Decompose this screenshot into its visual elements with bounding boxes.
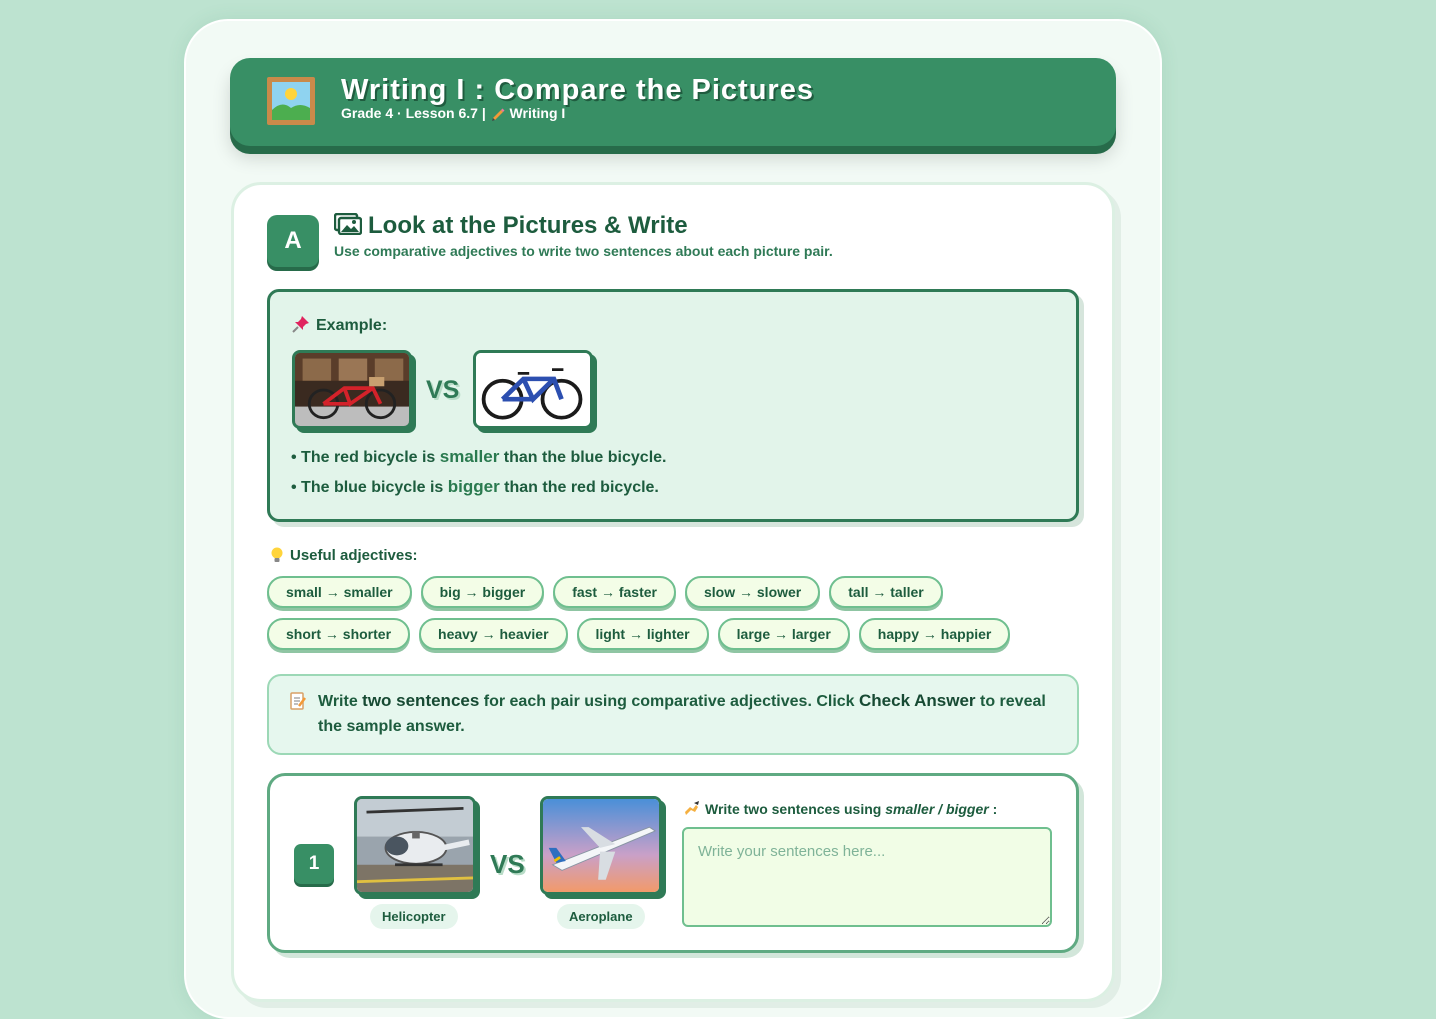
lightbulb-icon [271,547,283,562]
adjective-row-1: small → smaller big → bigger fast → fast… [267,576,1087,608]
writing-hand-icon [685,801,699,815]
picture-frame-icon [267,77,315,125]
example-sentence-2: • The blue bicycle is bigger than the re… [291,477,659,496]
pencil-icon [491,108,505,121]
adjective-chip: small → smaller [267,576,412,608]
page-title: Writing I : Compare the Pictures [341,74,814,106]
adjective-chip: tall → taller [829,576,943,608]
example-sentence-1: • The red bicycle is smaller than the bl… [291,447,667,466]
adjective-chip: light → lighter [576,618,709,650]
aeroplane-image [540,796,662,895]
images-icon [333,212,363,236]
adjective-chips: small → smaller big → bigger fast → fast… [267,576,1087,660]
adjective-chip: short → shorter [267,618,411,650]
section-badge: A [267,215,319,267]
adjective-row-2: short → shorter heavy → heavier light → … [267,618,1087,650]
lesson-subtitle: Grade 4 · Lesson 6.7 | Writing I [341,105,566,121]
pushpin-icon [292,316,309,333]
helicopter-image [354,796,476,895]
example-vs: VS [426,376,460,404]
adjective-chip: slow → slower [685,576,821,608]
section-title: Look at the Pictures & Write [333,212,688,240]
adjectives-label: Useful adjectives: [270,547,418,564]
memo-icon [290,692,306,710]
answer-prompt: Write two sentences using smaller / bigg… [684,801,997,817]
adjective-chip: fast → faster [553,576,676,608]
question-vs: VS [490,849,525,879]
helicopter-caption: Helicopter [370,904,458,929]
instructions-text: Write two sentences for each pair using … [318,691,1046,735]
section-subtitle: Use comparative adjectives to write two … [334,243,833,259]
page-header: Writing I : Compare the Pictures Grade 4… [230,58,1116,146]
red-bicycle-image [292,350,412,429]
adjective-chip: heavy → heavier [419,618,568,650]
aeroplane-caption: Aeroplane [557,904,645,929]
answer-textarea[interactable] [682,827,1052,927]
adjective-chip: happy → happier [858,618,1011,650]
question-number: 1 [294,844,334,884]
adjective-chip: large → larger [717,618,850,650]
adjective-chip: big → bigger [420,576,545,608]
example-label: Example: [292,315,387,335]
blue-bicycle-image [473,350,593,429]
